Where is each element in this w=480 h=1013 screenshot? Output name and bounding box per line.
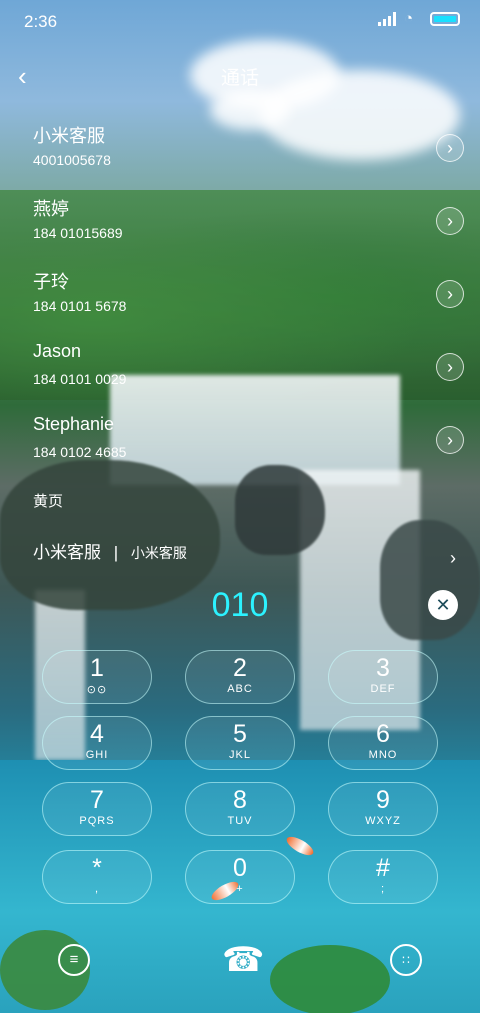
key-digit: 5 — [233, 720, 247, 748]
chevron-right-icon[interactable]: › — [450, 548, 456, 569]
status-time: 2:36 — [24, 12, 58, 31]
app-header: ‹ 通话 — [0, 55, 480, 95]
key-digit: 4 — [90, 720, 104, 748]
dialpad-key-9[interactable]: 9 WXYZ — [328, 782, 438, 836]
key-digit: 1 — [90, 654, 104, 682]
battery-icon — [430, 12, 460, 26]
dialpad-key-hash[interactable]: # ; — [328, 850, 438, 904]
contact-name: 燕婷 — [33, 199, 69, 219]
key-letters: WXYZ — [365, 815, 401, 827]
key-digit: * — [92, 854, 102, 882]
chevron-right-icon[interactable]: › — [436, 426, 464, 454]
chevron-right-icon[interactable]: › — [436, 353, 464, 381]
chevron-right-icon[interactable]: › — [436, 207, 464, 235]
wifi-icon: ◔ — [404, 10, 414, 27]
page-title: 通话 — [220, 68, 259, 89]
menu-icon[interactable]: ≡ — [58, 944, 90, 976]
dialpad-key-8[interactable]: 8 TUV — [185, 782, 295, 836]
key-digit: 9 — [376, 786, 390, 814]
dialpad-icon[interactable]: ∷ — [390, 944, 422, 976]
contact-name: Stephanie — [33, 414, 115, 434]
contact-number: 4001005678 — [33, 152, 111, 168]
key-letters: PQRS — [79, 815, 115, 827]
section-label-yellow-pages: 黄页 — [33, 493, 64, 510]
call-log-item[interactable]: 燕婷 184 01015689 › — [0, 195, 480, 265]
key-digit: 8 — [233, 786, 247, 814]
dialpad-key-6[interactable]: 6 MNO — [328, 716, 438, 770]
match-subtitle: 小米客服 — [130, 545, 187, 561]
key-letters: GHI — [85, 749, 109, 761]
match-name: 小米客服 — [33, 543, 101, 562]
match-separator: | — [113, 543, 119, 562]
call-log-item[interactable]: 小米客服 4001005678 › — [0, 122, 480, 192]
call-log-item[interactable]: Jason 184 0101 0029 › — [0, 341, 480, 411]
call-log-item[interactable]: Stephanie 184 0102 4685 › — [0, 414, 480, 484]
key-letters: MNO — [368, 749, 398, 761]
signal-icon — [378, 12, 396, 26]
dialpad-key-4[interactable]: 4 GHI — [42, 716, 152, 770]
key-digit: 6 — [376, 720, 390, 748]
backspace-icon[interactable]: ✕ — [428, 590, 458, 620]
dialpad-key-2[interactable]: 2 ABC — [185, 650, 295, 704]
yellow-pages-match[interactable]: 小米客服 | 小米客服 — [33, 538, 187, 563]
chevron-right-icon[interactable]: › — [436, 134, 464, 162]
status-bar: 2:36 ◔ — [0, 0, 480, 40]
chevron-right-icon[interactable]: › — [436, 280, 464, 308]
status-icons: ◔ — [378, 10, 460, 27]
dialpad-key-3[interactable]: 3 DEF — [328, 650, 438, 704]
contact-number: 184 0101 5678 — [33, 298, 127, 314]
key-digit: 2 — [233, 654, 247, 682]
key-digit: # — [376, 854, 390, 882]
voicemail-icon: ⊙⊙ — [86, 684, 108, 696]
key-digit: 3 — [376, 654, 390, 682]
key-letters: ABC — [227, 683, 253, 695]
key-letters: , — [94, 883, 100, 895]
dialpad-key-7[interactable]: 7 PQRS — [42, 782, 152, 836]
contact-number: 184 0101 0029 — [33, 371, 127, 387]
call-log-item[interactable]: 子玲 184 0101 5678 › — [0, 268, 480, 338]
contact-name: 小米客服 — [33, 126, 105, 146]
dialpad-key-0[interactable]: 0 + — [185, 850, 295, 904]
contact-name: 子玲 — [33, 272, 69, 292]
dialed-number: 010 — [211, 586, 269, 624]
key-letters: ; — [380, 883, 386, 895]
key-letters: TUV — [227, 815, 253, 827]
key-digit: 7 — [90, 786, 104, 814]
key-letters: DEF — [370, 683, 396, 695]
dialpad-key-star[interactable]: * , — [42, 850, 152, 904]
dialpad-key-1[interactable]: 1 ⊙⊙ — [42, 650, 152, 704]
contact-number: 184 01015689 — [33, 225, 123, 241]
phone-icon[interactable]: ☎ — [222, 940, 264, 980]
key-letters: JKL — [229, 749, 251, 761]
contact-number: 184 0102 4685 — [33, 444, 127, 460]
key-digit: 0 — [233, 854, 247, 882]
key-letters: + — [236, 883, 244, 895]
contact-name: Jason — [33, 341, 82, 361]
dialpad-key-5[interactable]: 5 JKL — [185, 716, 295, 770]
